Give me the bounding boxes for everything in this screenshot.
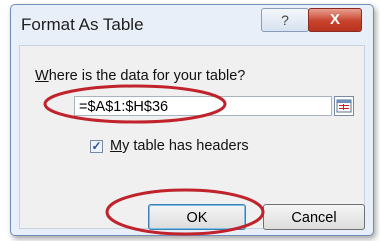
headers-checkbox[interactable]: ✓ [90,140,103,153]
close-button[interactable]: X [308,8,362,32]
dialog-title: Format As Table [21,15,144,34]
format-as-table-dialog: Format As Table ? X Where is the data fo… [10,4,374,236]
checkbox-accesskey: M [110,138,123,154]
help-button[interactable]: ? [261,8,309,32]
collapse-dialog-icon [336,99,352,113]
ok-button[interactable]: OK [148,204,246,230]
range-selector-button[interactable] [334,96,354,116]
range-input[interactable]: =$A$1:$H$36 [74,96,332,116]
cancel-button[interactable]: Cancel [263,204,365,230]
dialog-body: Where is the data for your table? =$A$1:… [19,45,365,230]
checkbox-label-text: y table has headers [122,138,249,154]
label-text: here is the data for your table? [48,68,246,84]
label-accesskey: W [35,68,49,84]
title-bar: Format As Table ? X [11,5,373,41]
data-range-label: Where is the data for your table? [35,68,245,84]
headers-checkbox-label[interactable]: My table has headers [110,138,249,154]
